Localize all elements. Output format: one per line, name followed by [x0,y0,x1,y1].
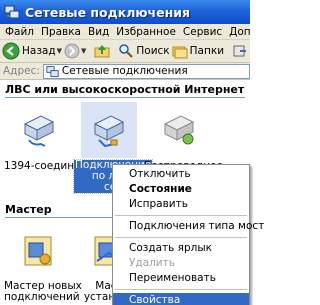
group-divider [5,97,245,98]
menu-item-delete: Удалить [129,257,175,269]
menu-separator [115,237,247,238]
folders-icon [172,46,188,59]
address-bar: Адрес: Сетевые подключения [0,63,250,80]
label-line: подключений [4,291,80,303]
group-header-lan: ЛВС или высокоскоростной Интернет [5,83,245,96]
title-bar: Сетевые подключения [0,0,250,24]
menu-item-repair[interactable]: Исправить [113,197,249,212]
menu-item-disconnect[interactable]: Отключить [113,167,249,182]
move-to-button[interactable] [232,41,248,61]
menu-separator [115,289,247,290]
search-label: Поиск [136,45,170,57]
wizard-icon [11,223,67,279]
address-value: Сетевые подключения [61,65,188,77]
menu-file[interactable]: Файл [5,26,34,38]
menu-favorites[interactable]: Избранное [116,26,176,38]
menu-item-create-shortcut[interactable]: Создать ярлык [113,241,249,256]
menu-item-rename[interactable]: Переименовать [113,271,249,286]
up-button[interactable] [94,41,110,61]
menu-advanced[interactable]: Дополнительно [229,26,250,38]
group-header-wizard: Мастер [5,203,52,216]
wireless-connection-icon [151,102,207,158]
search-button[interactable]: Поиск [118,41,170,61]
network-connections-icon [46,65,59,77]
connection-1394-label: 1394-соедин... [4,160,85,172]
menu-item-bridge[interactable]: Подключения типа мост [113,219,264,234]
forward-button[interactable]: ▼ [64,41,86,61]
back-button[interactable]: Назад ▼ [2,41,62,61]
forward-arrow-icon [64,43,80,59]
menu-separator [115,215,247,216]
connection-1394[interactable]: 1394-соедин... [4,102,85,172]
folders-button[interactable]: Папки [172,41,224,61]
folders-label: Папки [189,45,225,57]
back-label: Назад [22,45,56,57]
menu-edit[interactable]: Правка [41,26,81,38]
new-connection-wizard[interactable]: Мастер новых подключений [4,223,82,303]
new-connection-wizard-label: Мастер новых подключений [4,281,82,303]
menu-item-status[interactable]: Состояние [113,182,249,197]
network-connection-icon [11,102,67,158]
forward-dropdown-icon[interactable]: ▼ [81,47,86,55]
menu-bar: Файл Правка Вид Избранное Сервис Дополни… [0,24,250,40]
move-to-icon [233,45,247,57]
menu-view[interactable]: Вид [88,26,109,38]
network-connection-icon [81,102,137,158]
window-title: Сетевые подключения [25,4,191,20]
context-menu: Отключить Состояние Исправить Подключени… [112,164,264,305]
address-label: Адрес: [3,65,40,77]
back-dropdown-icon[interactable]: ▼ [57,47,62,55]
menu-item-properties[interactable]: Свойства [113,293,249,305]
address-field[interactable]: Сетевые подключения [42,63,250,79]
back-arrow-icon [2,42,20,60]
wireless-connection[interactable]: Беспроводное [144,102,223,172]
network-connections-icon [4,5,20,19]
toolbar: Назад ▼ ▼ Поиск Папки [0,40,250,63]
search-icon [119,44,134,58]
folder-up-icon [94,45,110,58]
menu-tools[interactable]: Сервис [183,26,222,38]
